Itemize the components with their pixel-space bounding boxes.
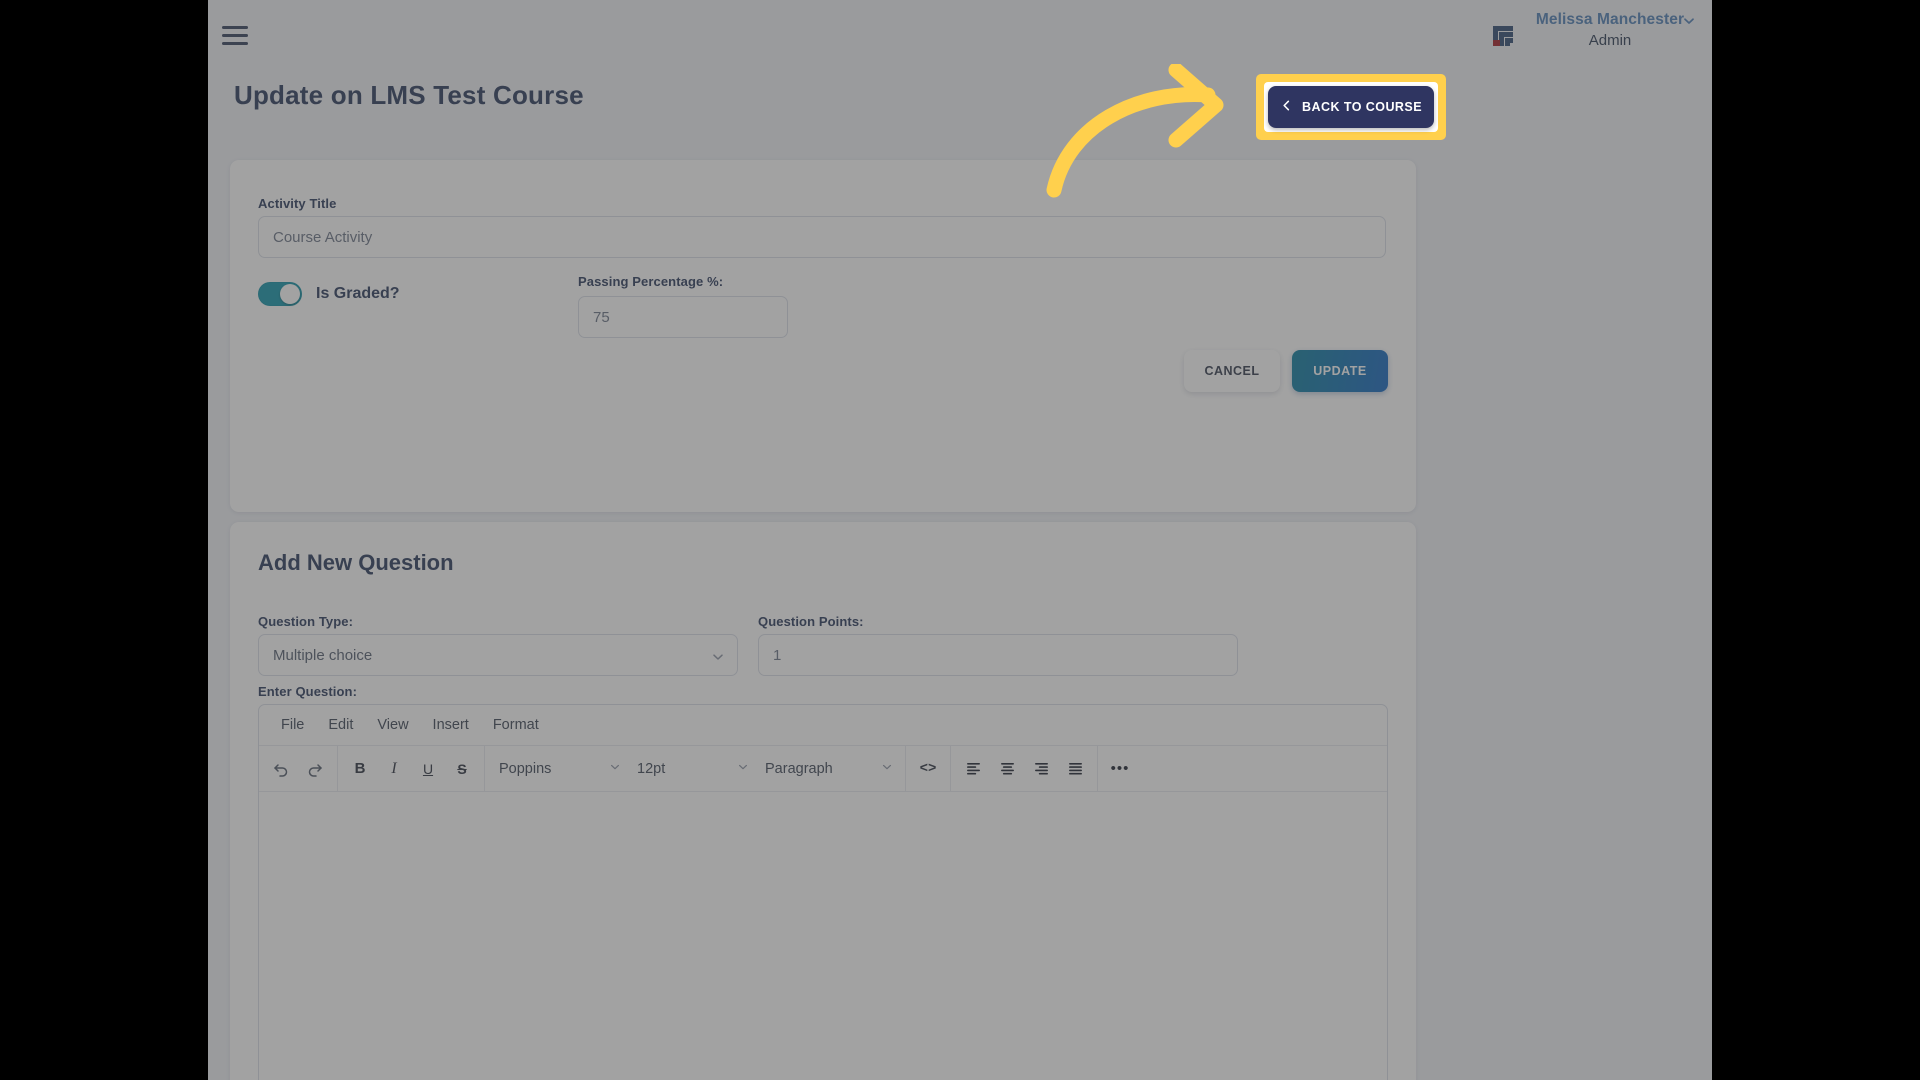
activity-title-label: Activity Title bbox=[258, 196, 337, 211]
chevron-down-icon bbox=[609, 761, 621, 777]
question-type-label: Question Type: bbox=[258, 614, 354, 629]
menu-format[interactable]: Format bbox=[483, 712, 549, 738]
question-points-input[interactable] bbox=[758, 634, 1238, 676]
user-name: Melissa Manchester bbox=[1535, 11, 1685, 28]
underline-button[interactable]: U bbox=[412, 754, 444, 784]
back-to-course-label: BACK TO COURSE bbox=[1302, 100, 1422, 114]
menu-insert[interactable]: Insert bbox=[423, 712, 479, 738]
top-bar: Melissa Manchester Admin bbox=[208, 0, 1712, 76]
question-points-field-wrap bbox=[758, 634, 1238, 676]
align-center-icon[interactable] bbox=[991, 754, 1023, 784]
add-question-card: Add New Question Question Type: Multiple… bbox=[230, 522, 1416, 1080]
add-question-heading: Add New Question bbox=[258, 550, 454, 575]
activity-title-field-wrap bbox=[258, 216, 1386, 258]
strikethrough-button[interactable]: S bbox=[446, 754, 478, 784]
is-graded-row: Is Graded? bbox=[258, 282, 400, 306]
toolbar-more-group: ••• bbox=[1098, 746, 1142, 791]
source-code-button[interactable]: <> bbox=[912, 754, 944, 784]
redo-icon[interactable] bbox=[299, 754, 331, 784]
chevron-down-icon bbox=[737, 761, 749, 777]
app-viewport: Melissa Manchester Admin Update on LMS T… bbox=[208, 0, 1712, 1080]
editor-content-area[interactable] bbox=[259, 792, 1387, 1080]
passing-percentage-input[interactable] bbox=[578, 296, 788, 338]
editor-menubar: File Edit View Insert Format bbox=[259, 705, 1387, 746]
toolbar-history-group bbox=[259, 746, 338, 791]
align-left-icon[interactable] bbox=[957, 754, 989, 784]
chevron-down-icon[interactable] bbox=[1682, 14, 1696, 28]
activity-title-input[interactable] bbox=[258, 216, 1386, 258]
font-family-value: Poppins bbox=[499, 760, 552, 777]
activity-action-buttons: CANCEL UPDATE bbox=[1184, 350, 1388, 392]
font-family-select[interactable]: Poppins bbox=[491, 754, 627, 784]
activity-card: Activity Title Is Graded? Passing Percen… bbox=[230, 160, 1416, 512]
question-type-select[interactable]: Multiple choice bbox=[258, 634, 738, 676]
editor-toolbar: B I U S Poppins 12pt Paragraph <> ••• bbox=[259, 746, 1387, 792]
hamburger-bar bbox=[222, 42, 248, 45]
is-graded-toggle[interactable] bbox=[258, 282, 302, 306]
chevron-down-icon bbox=[711, 650, 725, 668]
toggle-knob bbox=[280, 284, 300, 304]
font-size-select[interactable]: 12pt bbox=[629, 754, 755, 784]
is-graded-label: Is Graded? bbox=[316, 285, 400, 302]
cancel-button[interactable]: CANCEL bbox=[1184, 350, 1280, 392]
font-size-value: 12pt bbox=[637, 760, 666, 777]
hamburger-menu-icon[interactable] bbox=[222, 26, 248, 46]
toolbar-sourcecode-group: <> bbox=[906, 746, 951, 791]
page-title: Update on LMS Test Course bbox=[234, 80, 584, 110]
hamburger-bar bbox=[222, 34, 248, 37]
back-to-course-button[interactable]: BACK TO COURSE bbox=[1268, 86, 1434, 128]
menu-view[interactable]: View bbox=[367, 712, 418, 738]
app-logo-icon bbox=[1485, 18, 1521, 54]
user-role: Admin bbox=[1588, 32, 1632, 49]
block-format-select[interactable]: Paragraph bbox=[757, 754, 899, 784]
user-menu[interactable]: Melissa Manchester Admin bbox=[1530, 10, 1694, 52]
align-justify-icon[interactable] bbox=[1059, 754, 1091, 784]
align-right-icon[interactable] bbox=[1025, 754, 1057, 784]
hamburger-bar bbox=[222, 26, 248, 29]
rich-text-editor: File Edit View Insert Format B I U S Pop… bbox=[258, 704, 1388, 1080]
toolbar-format-group: B I U S bbox=[338, 746, 485, 791]
undo-icon[interactable] bbox=[265, 754, 297, 784]
bold-button[interactable]: B bbox=[344, 754, 376, 784]
block-format-value: Paragraph bbox=[765, 760, 833, 777]
question-type-select-wrap: Multiple choice bbox=[258, 634, 738, 676]
question-points-label: Question Points: bbox=[758, 614, 864, 629]
chevron-down-icon bbox=[881, 761, 893, 777]
update-button[interactable]: UPDATE bbox=[1292, 350, 1388, 392]
screen: Melissa Manchester Admin Update on LMS T… bbox=[0, 0, 1920, 1080]
question-type-value: Multiple choice bbox=[273, 646, 373, 664]
italic-button[interactable]: I bbox=[378, 754, 410, 784]
more-options-button[interactable]: ••• bbox=[1104, 754, 1136, 784]
passing-percentage-label: Passing Percentage %: bbox=[578, 274, 724, 289]
menu-file[interactable]: File bbox=[271, 712, 314, 738]
enter-question-label: Enter Question: bbox=[258, 684, 358, 699]
menu-edit[interactable]: Edit bbox=[318, 712, 363, 738]
toolbar-typography-group: Poppins 12pt Paragraph bbox=[485, 746, 906, 791]
toolbar-align-group bbox=[951, 746, 1098, 791]
chevron-left-icon bbox=[1280, 99, 1293, 115]
passing-percentage-field-wrap bbox=[578, 296, 788, 338]
